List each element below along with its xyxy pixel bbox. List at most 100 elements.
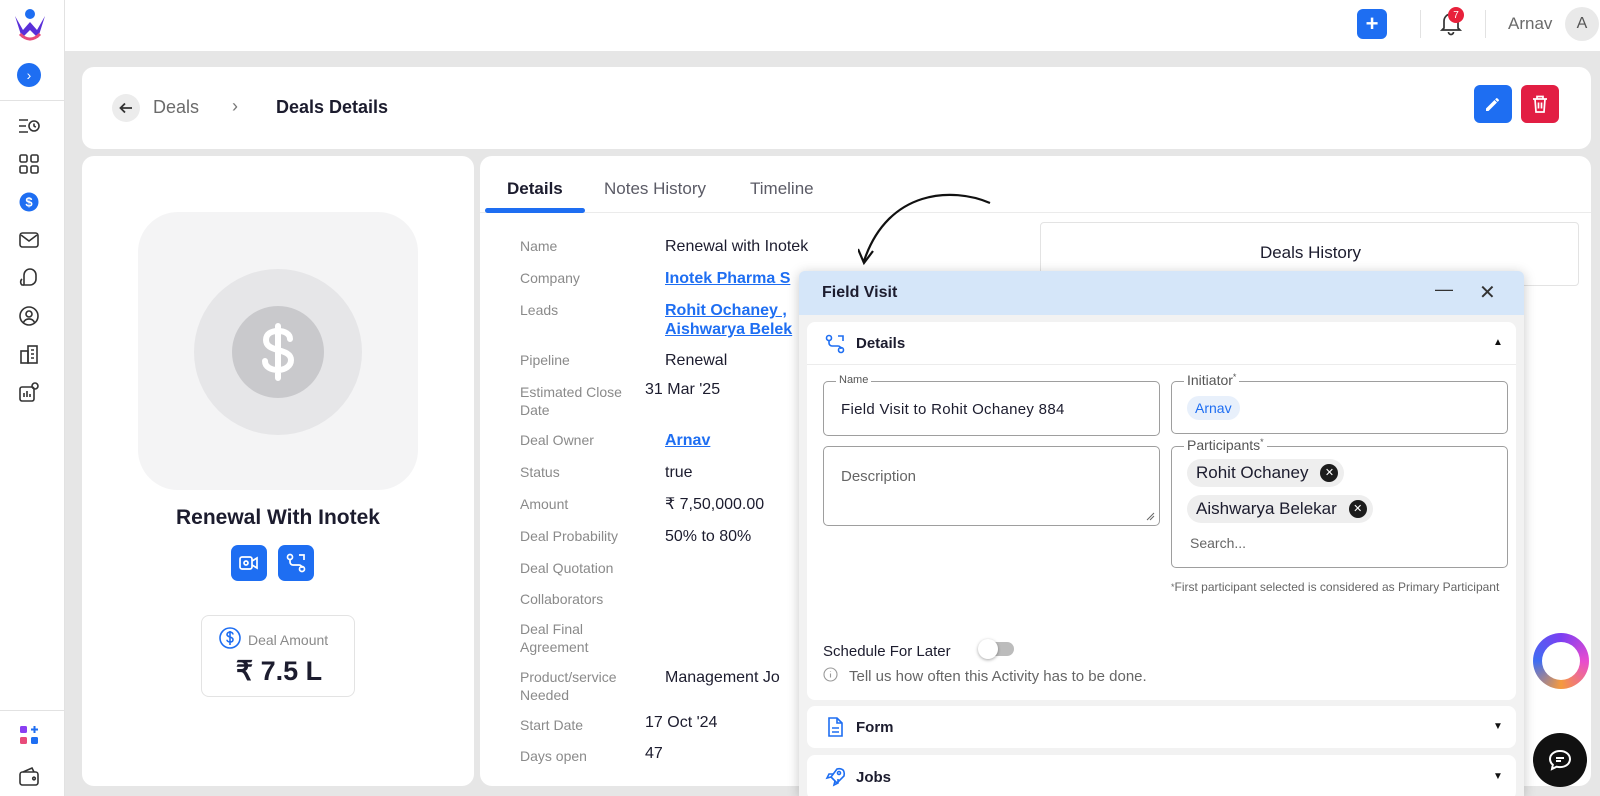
field-visit-button[interactable] — [278, 545, 314, 581]
name-field[interactable]: Name Field Visit to Rohit Ochaney 884 — [823, 374, 1160, 436]
edit-button[interactable] — [1474, 85, 1512, 123]
probability-value: 50% to 80% — [665, 528, 752, 545]
description-placeholder: Description — [841, 468, 917, 485]
days-open-value: 47 — [645, 745, 663, 762]
dashboard-grid-icon[interactable] — [17, 152, 41, 176]
remove-chip-icon[interactable]: ✕ — [1348, 500, 1367, 518]
form-section-title[interactable]: Form — [856, 719, 894, 736]
apps-add-icon[interactable] — [17, 723, 41, 747]
jobs-section-title[interactable]: Jobs — [856, 769, 891, 786]
quick-add-button[interactable]: + — [1357, 9, 1387, 39]
name-field-value: Field Visit to Rohit Ochaney 884 — [841, 401, 1065, 418]
remove-chip-icon[interactable]: ✕ — [1320, 464, 1339, 482]
caret-down-icon[interactable]: ▼ — [1493, 771, 1503, 782]
breadcrumb-deals[interactable]: Deals — [153, 97, 199, 118]
minimize-icon[interactable]: — — [1435, 279, 1453, 300]
deal-amount-card: Deal Amount ₹ 7.5 L — [201, 615, 355, 697]
sidebar-expand-button[interactable]: › — [17, 63, 41, 87]
modal-header: Field Visit — ✕ — [799, 271, 1524, 315]
video-call-button[interactable] — [231, 545, 267, 581]
field-label: Pipeline — [520, 352, 570, 368]
company-link[interactable]: Inotek Pharma S — [665, 269, 790, 288]
wallet-icon[interactable] — [17, 765, 41, 789]
participants-field[interactable]: Participants* Rohit Ochaney ✕ Aishwarya B… — [1171, 437, 1508, 568]
deal-amount-label: Deal Amount — [248, 632, 329, 648]
chat-support-button[interactable] — [1533, 733, 1587, 787]
active-tab-indicator — [485, 208, 585, 213]
settings-chart-icon[interactable] — [17, 380, 41, 404]
description-field[interactable]: Description — [823, 446, 1160, 526]
building-icon[interactable] — [17, 342, 41, 366]
sidebar-divider-bottom — [0, 710, 65, 711]
sidebar-divider — [0, 100, 65, 101]
chat-bubble-icon — [1548, 749, 1572, 771]
toggle-knob — [978, 639, 998, 659]
tab-divider — [480, 212, 1591, 213]
field-label: Name — [520, 238, 558, 254]
details-section: Details ▲ Name Field Visit to Rohit Ocha… — [807, 322, 1516, 700]
page-title: Deals Details — [276, 97, 389, 117]
section-divider — [807, 364, 1516, 365]
activity-list-icon[interactable] — [17, 114, 41, 138]
rocket-icon — [825, 767, 846, 787]
arrow-left-icon — [119, 102, 132, 114]
amount-value: ₹ 7,50,000.00 — [665, 496, 765, 513]
modal-title: Field Visit — [822, 284, 898, 301]
deal-summary-card: Renewal With Inotek Deal Amount ₹ 7.5 L — [82, 156, 474, 786]
schedule-later-label: Schedule For Later — [823, 643, 951, 660]
field-label: Company — [520, 270, 580, 286]
delete-button[interactable] — [1521, 85, 1559, 123]
avatar[interactable]: A — [1565, 7, 1599, 41]
product-value: Management Jo — [665, 669, 780, 686]
participants-search-input[interactable]: Search... — [1190, 535, 1246, 551]
lead-link[interactable]: Rohit Ochaney , — [665, 301, 787, 320]
field-label: Days open — [520, 748, 587, 764]
field-label: Status — [520, 464, 560, 480]
mail-icon[interactable] — [17, 228, 41, 252]
user-circle-icon[interactable] — [17, 304, 41, 328]
field-label: Deal Probability — [520, 528, 619, 544]
assistant-ring-icon[interactable] — [1533, 633, 1589, 689]
notification-badge: 7 — [1448, 7, 1464, 23]
initiator-chip[interactable]: Arnav — [1187, 396, 1240, 420]
back-button[interactable] — [112, 94, 140, 122]
document-icon — [828, 717, 843, 737]
tab-timeline[interactable]: Timeline — [750, 179, 814, 199]
chat-icon[interactable] — [17, 266, 41, 290]
resize-handle-icon[interactable] — [1146, 512, 1155, 521]
sidebar: › $ — [0, 0, 65, 796]
dollar-circle-icon — [219, 627, 241, 649]
dollar-icon[interactable]: $ — [17, 190, 41, 214]
caret-down-icon[interactable]: ▼ — [1493, 721, 1503, 732]
field-visit-modal: Field Visit — ✕ Details ▲ Name Field Vis… — [799, 271, 1524, 796]
form-section[interactable]: Form ▼ — [807, 706, 1516, 748]
tab-details[interactable]: Details — [507, 179, 563, 199]
field-label: Deal Owner — [520, 432, 594, 448]
deal-amount-value: ₹ 7.5 L — [235, 656, 323, 686]
owner-link[interactable]: Arnav — [665, 431, 710, 450]
close-icon[interactable]: ✕ — [1479, 280, 1496, 305]
jobs-section[interactable]: Jobs ▼ — [807, 755, 1516, 796]
field-label: Amount — [520, 496, 569, 512]
topbar-divider — [1420, 10, 1421, 38]
svg-text:$: $ — [25, 195, 33, 210]
name-field-label: Name — [836, 374, 872, 386]
route-icon — [825, 334, 845, 354]
app-logo[interactable] — [12, 8, 48, 42]
lead-link[interactable]: Aishwarya Belek — [665, 320, 792, 339]
details-section-title[interactable]: Details — [856, 335, 905, 352]
participant-chip[interactable]: Rohit Ochaney ✕ — [1187, 459, 1345, 487]
page-header: Deals › Deals Details — [82, 67, 1591, 149]
close-date-value: 31 Mar '25 — [645, 381, 721, 398]
schedule-info-text: Tell us how often this Activity has to b… — [849, 668, 1147, 685]
dollar-coin-icon — [232, 306, 324, 398]
schedule-later-toggle[interactable] — [978, 639, 1014, 659]
initiator-field[interactable]: Initiator* Arnav — [1171, 372, 1508, 434]
start-date-value: 17 Oct '24 — [645, 714, 718, 731]
tab-notes-history[interactable]: Notes History — [604, 179, 706, 199]
trash-icon — [1533, 95, 1547, 113]
participant-chip[interactable]: Aishwarya Belekar ✕ — [1187, 495, 1373, 523]
caret-up-icon[interactable]: ▲ — [1493, 337, 1503, 348]
field-label: Estimated Close Date — [520, 384, 622, 418]
user-name[interactable]: Arnav — [1508, 14, 1552, 34]
